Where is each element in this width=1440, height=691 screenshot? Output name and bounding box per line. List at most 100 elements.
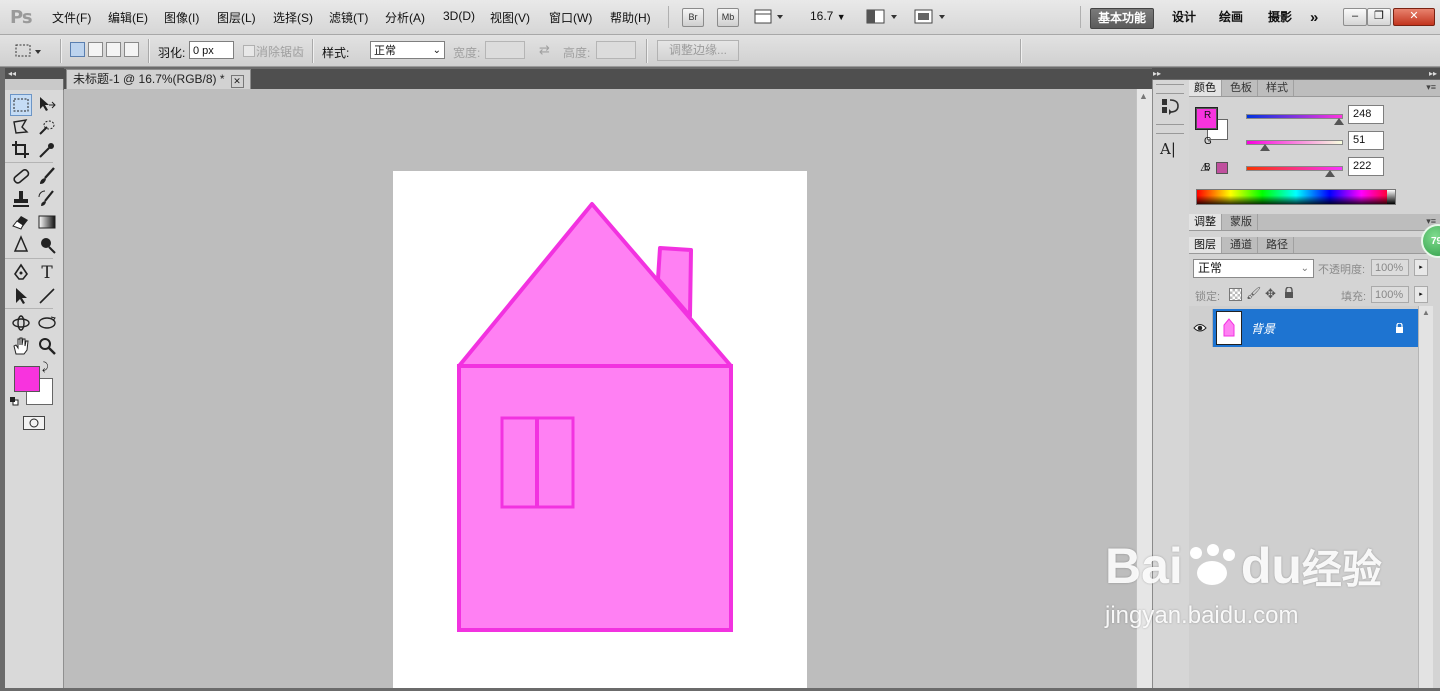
healing-brush-tool-icon[interactable] [10,165,32,187]
swap-colors-icon[interactable]: ⤸ [42,361,49,374]
tab-adjustments[interactable]: 调整 [1189,214,1222,230]
channel-g-input[interactable]: 51 [1348,131,1384,150]
channel-r-slider-thumb[interactable] [1334,118,1344,125]
scroll-up-icon[interactable]: ▲ [1422,308,1430,317]
style-select[interactable]: 正常 ⌄ [370,41,445,59]
blur-tool-icon[interactable] [10,234,32,256]
crop-tool-icon[interactable] [10,139,32,161]
workspace-painting[interactable]: 绘画 [1212,8,1250,27]
quick-mask-icon[interactable] [23,416,45,430]
height-input[interactable] [596,41,636,59]
view-extras-icon[interactable] [754,9,784,25]
3d-rotate-tool-icon[interactable] [10,312,32,334]
bridge-button[interactable]: Br [682,8,704,27]
document-tab[interactable]: 未标题-1 @ 16.7%(RGB/8) * ✕ [66,69,251,89]
zoom-level-select[interactable]: 16.7 ▼ [810,9,846,23]
hand-tool-icon[interactable] [10,335,32,357]
gamut-color-swatch[interactable] [1216,162,1228,174]
add-to-selection-icon[interactable] [88,42,103,57]
foreground-color-swatch[interactable] [14,366,40,392]
channel-r-slider[interactable] [1246,114,1343,119]
marquee-tool-icon[interactable] [10,94,32,116]
channel-g-slider-thumb[interactable] [1260,144,1270,151]
layer-name[interactable]: 背景 [1251,320,1275,337]
panel-menu-icon[interactable]: ▾≡ [1426,82,1436,93]
character-panel-icon[interactable]: A| [1160,140,1180,160]
close-document-icon[interactable]: ✕ [230,75,244,88]
menu-3d[interactable]: 3D(D) [443,9,475,23]
subtract-from-selection-icon[interactable] [106,42,121,57]
tab-swatches[interactable]: 色板 [1225,80,1258,96]
close-window-icon[interactable]: ✕ [1393,8,1435,26]
scroll-up-icon[interactable]: ▲ [1139,91,1148,101]
layer-row-background[interactable]: 背景 [1213,309,1418,347]
restore-icon[interactable]: ❐ [1367,8,1391,26]
tab-paths[interactable]: 路径 [1261,237,1294,253]
menu-image[interactable]: 图像(I) [164,9,199,26]
workspace-photography[interactable]: 摄影 [1261,8,1299,27]
out-of-gamut-warning-icon[interactable]: ⚠ [1200,161,1210,174]
menu-layer[interactable]: 图层(L) [217,9,256,26]
channel-b-input[interactable]: 222 [1348,157,1384,176]
menu-help[interactable]: 帮助(H) [610,9,651,26]
blend-mode-select[interactable]: 正常 ⌄ [1193,259,1314,278]
layers-scrollbar[interactable]: ▲ [1418,306,1433,688]
fill-input[interactable]: 100% [1371,286,1409,303]
lasso-tool-icon[interactable] [10,116,32,138]
move-tool-icon[interactable] [36,94,58,116]
menu-filter[interactable]: 滤镜(T) [329,9,368,26]
3d-orbit-tool-icon[interactable] [36,312,58,334]
lock-position-icon[interactable]: ✥ [1265,286,1276,302]
screen-mode-icon[interactable] [914,9,948,25]
intersect-selection-icon[interactable] [124,42,139,57]
menu-view[interactable]: 视图(V) [490,9,530,26]
default-colors-icon[interactable] [10,395,19,406]
clone-stamp-tool-icon[interactable] [10,188,32,210]
toolbox-collapse-strip[interactable]: ◂◂ [5,68,64,79]
lock-image-pixels-icon[interactable]: 🖌 [1246,286,1261,300]
path-selection-tool-icon[interactable] [10,285,32,307]
tab-channels[interactable]: 通道 [1225,237,1258,253]
lock-all-icon[interactable] [1284,286,1294,298]
antialias-checkbox[interactable] [243,45,255,57]
menu-edit[interactable]: 编辑(E) [108,9,148,26]
width-input[interactable] [485,41,525,59]
tab-layers[interactable]: 图层 [1189,237,1222,253]
type-tool-icon[interactable]: T [36,262,58,284]
dock-grip[interactable] [1156,124,1184,134]
history-brush-tool-icon[interactable] [36,188,58,210]
feather-input[interactable]: 0 px [189,41,234,59]
eraser-tool-icon[interactable] [10,211,32,233]
brush-tool-icon[interactable] [36,165,58,187]
color-spectrum-bar[interactable] [1196,189,1396,205]
minimize-icon[interactable]: – [1343,8,1367,26]
new-selection-icon[interactable] [70,42,85,57]
dock-grip[interactable] [1156,84,1184,94]
workspace-design[interactable]: 设计 [1165,8,1203,27]
tab-color[interactable]: 颜色 [1189,80,1222,96]
toolbox-grip[interactable] [5,79,63,90]
menu-file[interactable]: 文件(F) [52,9,91,26]
workspace-essentials[interactable]: 基本功能 [1090,8,1155,29]
opacity-slider-toggle[interactable]: ▸ [1414,259,1428,276]
panel-collapse-strip[interactable]: ▸▸ ▸▸ [1152,68,1440,79]
fill-slider-toggle[interactable]: ▸ [1414,286,1428,303]
refine-edge-button[interactable]: 调整边缘... [657,40,739,61]
menu-window[interactable]: 窗口(W) [549,9,592,26]
arrange-documents-icon[interactable] [866,9,900,25]
menu-select[interactable]: 选择(S) [273,9,313,26]
document-canvas[interactable] [393,171,807,688]
zoom-tool-icon[interactable] [36,335,58,357]
eyedropper-tool-icon[interactable] [36,139,58,161]
mini-bridge-button[interactable]: Mb [717,8,739,27]
history-panel-icon[interactable] [1160,96,1180,116]
workspace-more-button[interactable]: » [1303,8,1325,27]
menu-analysis[interactable]: 分析(A) [385,9,425,26]
line-tool-icon[interactable] [36,285,58,307]
dodge-tool-icon[interactable] [36,234,58,256]
gradient-tool-icon[interactable] [36,211,58,233]
channel-b-slider-thumb[interactable] [1325,170,1335,177]
opacity-input[interactable]: 100% [1371,259,1409,276]
lock-transparent-pixels-icon[interactable] [1229,288,1242,301]
channel-r-input[interactable]: 248 [1348,105,1384,124]
